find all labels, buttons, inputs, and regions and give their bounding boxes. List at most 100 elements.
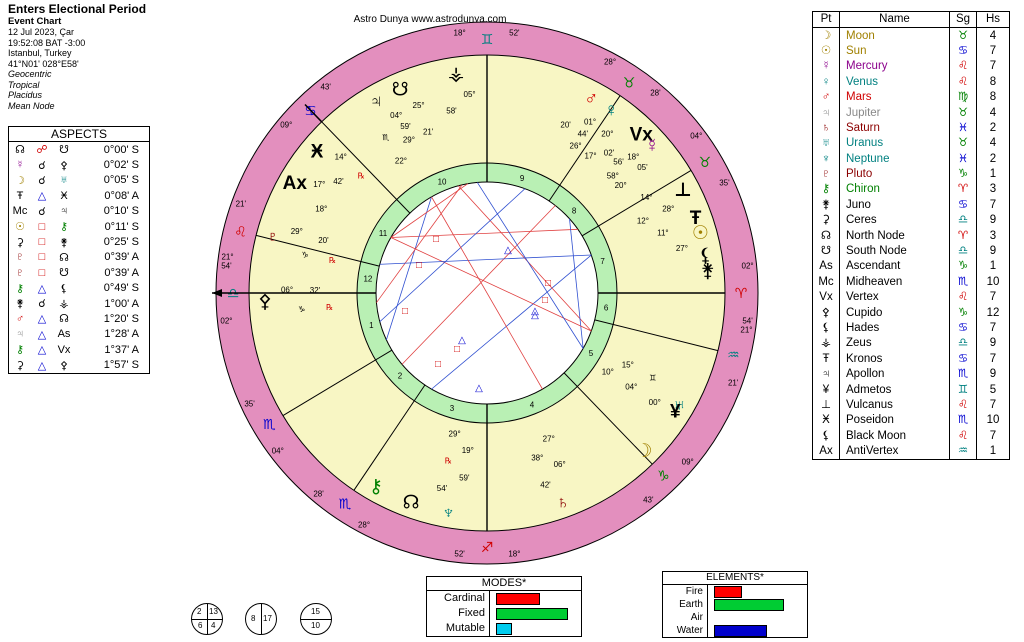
planet-position-text: ℞: [326, 303, 333, 312]
planet-position-text: ♑: [298, 305, 305, 314]
cusp-degree: 09°: [280, 121, 292, 130]
cusp-degree: 02°: [220, 316, 232, 325]
cusp-minute: 21': [728, 379, 739, 388]
planet-position-text: 28°: [662, 204, 674, 213]
cusp-degree: 28°: [604, 58, 616, 67]
house-number: 6: [604, 304, 609, 313]
planet-position-icon: ⊥: [674, 180, 691, 201]
cusp-sign-icon: ♌: [234, 224, 247, 240]
planet-position-text: 44': [578, 130, 589, 139]
cusp-sign-icon: ♏: [339, 496, 352, 512]
quadrant-count-tl: 2: [197, 607, 202, 616]
cusp-minute: 54': [221, 262, 232, 271]
planet-position-text: 42': [333, 177, 344, 186]
element-row: Fire: [663, 585, 807, 598]
cusp-minute: 43': [320, 83, 331, 92]
element-row: Air: [663, 611, 807, 624]
quadrant-count-bl: 6: [198, 621, 203, 630]
planet-position-text: 58': [446, 106, 457, 115]
planet-position-text: 27°: [676, 244, 688, 253]
planet-position-icon: ⚶: [448, 64, 464, 85]
modes-title: MODES*: [427, 577, 581, 591]
cusp-degree: 09°: [682, 457, 694, 466]
cusp-degree: 04°: [690, 131, 702, 140]
mode-label: Cardinal: [427, 591, 490, 606]
house-number: 1: [369, 321, 374, 330]
elements-title: ELEMENTS*: [663, 572, 807, 585]
mode-bar: [496, 592, 540, 605]
element-row: Earth: [663, 598, 807, 611]
planet-position-text: 14°: [335, 153, 347, 162]
cusp-minute: 35': [719, 178, 730, 187]
lower-count: 10: [311, 621, 320, 630]
planet-position-text: 27°: [543, 434, 555, 443]
planet-position-text: 29°: [291, 227, 303, 236]
element-label: Fire: [663, 585, 708, 598]
element-bar: [714, 585, 742, 598]
aspect-marker: □: [542, 295, 548, 306]
planet-position-text: 12°: [637, 216, 649, 225]
planet-position-text: 11°: [657, 228, 669, 237]
upper-count: 15: [311, 607, 320, 616]
house-number: 10: [438, 178, 447, 187]
planet-position-text: 15°: [622, 361, 634, 370]
planet-position-text: 19°: [462, 446, 474, 455]
aspect-marker: □: [545, 278, 551, 289]
planet-position-text: 14°: [640, 193, 652, 202]
planet-position-text: 21': [423, 127, 434, 136]
planet-position-text: 10°: [602, 367, 614, 376]
mode-row: Fixed: [427, 606, 581, 621]
cusp-degree: 28°: [358, 520, 370, 529]
planet-position-text: 59': [459, 474, 470, 483]
planet-position-text: 18°: [627, 153, 639, 162]
cusp-degree: 21°: [740, 325, 752, 334]
planet-position-text: 06°: [281, 286, 293, 295]
cusp-degree: 21°: [221, 253, 233, 262]
planet-position-text: 38°: [531, 453, 543, 462]
north-south-counts-widget: 15 10: [300, 603, 332, 635]
mode-bar: [496, 607, 568, 620]
planet-position-text: 05': [637, 163, 648, 172]
cusp-sign-icon: ♊: [481, 31, 494, 47]
planet-position-text: 59': [400, 122, 411, 131]
house-number: 7: [600, 257, 605, 266]
planet-position-icon: ♄: [556, 493, 570, 514]
planet-position-text: ♏: [382, 133, 390, 142]
planet-position-icon: ¥: [670, 402, 681, 423]
cusp-sign-icon: ♒: [727, 346, 740, 362]
cusp-degree: 18°: [508, 550, 520, 559]
planet-position-icon: ☊: [403, 493, 420, 514]
planet-position-icon: ♃: [369, 92, 383, 113]
west-count: 8: [251, 614, 256, 623]
planet-position-icon: ☿: [645, 135, 659, 156]
element-bar: [714, 624, 767, 637]
planet-position-text: ℞: [358, 172, 365, 181]
element-label: Earth: [663, 598, 708, 611]
planet-position-text: 26°: [570, 142, 582, 151]
cusp-minute: 28': [313, 490, 324, 499]
aspect-marker: △: [504, 245, 512, 256]
planet-position-icon: Ӿ: [311, 141, 324, 162]
planet-position-icon: ⚴: [258, 292, 272, 313]
cusp-minute: 54': [742, 316, 753, 325]
planet-position-icon: ♇: [265, 227, 279, 248]
east-west-counts-widget: 8 17: [245, 603, 277, 635]
house-number: 5: [589, 349, 594, 358]
cusp-sign-icon: ♉: [623, 74, 636, 90]
planet-position-text: 29°: [449, 429, 461, 438]
cusp-degree: 02°: [742, 262, 754, 271]
aspect-marker: △: [458, 335, 466, 346]
planet-position-icon: ⚵: [701, 261, 715, 282]
planet-position-icon: ♂: [584, 88, 598, 109]
cusp-degree: 18°: [454, 28, 466, 37]
planet-position-text: 29°: [403, 136, 415, 145]
planet-position-text: 04°: [625, 383, 637, 392]
mode-label: Fixed: [427, 606, 490, 621]
mode-row: Mutable: [427, 621, 581, 636]
cusp-sign-icon: ♑: [657, 468, 670, 484]
natal-wheel: 1♎02°54'2♏04°35' 3♏28°28'4♐ 18°52'5♑09°43'…: [212, 21, 759, 565]
planet-position-icon: ⚷: [369, 476, 383, 497]
mode-row: Cardinal: [427, 591, 581, 606]
planet-position-icon: Ŧ: [690, 208, 702, 229]
planet-position-text: 17°: [313, 180, 325, 189]
